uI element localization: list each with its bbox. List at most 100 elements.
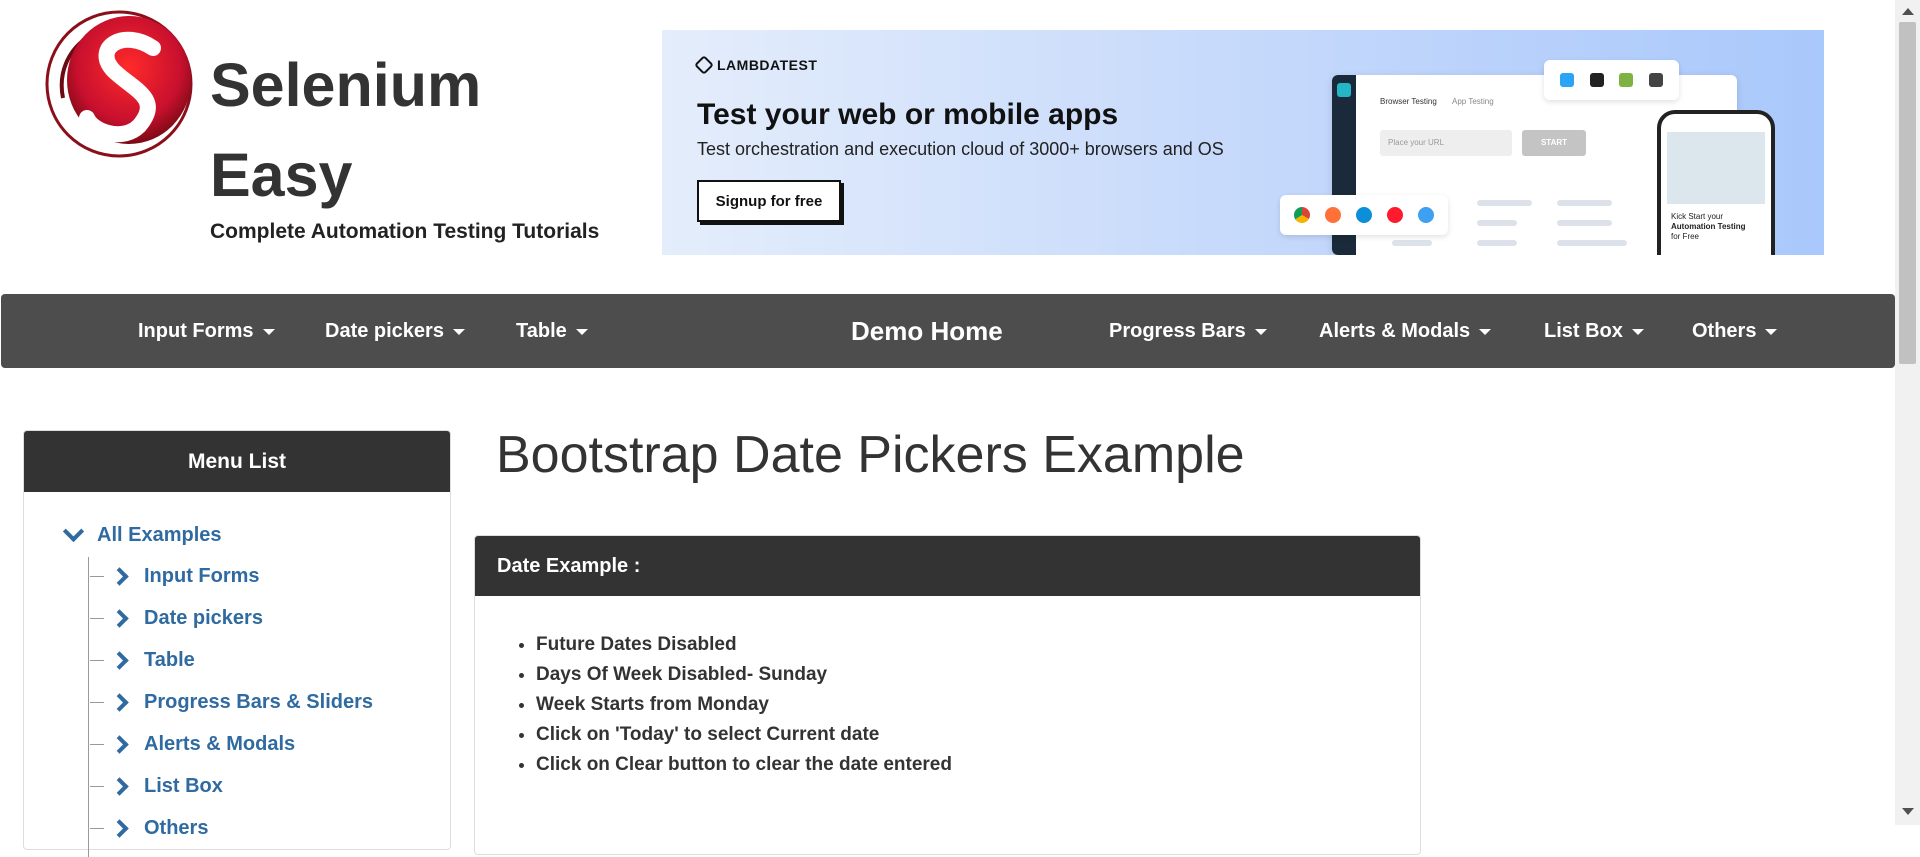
brand-title-line2[interactable]: Easy bbox=[210, 130, 481, 220]
phone-text: Kick Start your Automation Testing for F… bbox=[1671, 212, 1746, 242]
app-icon bbox=[1337, 83, 1351, 97]
tree-item-alerts-modals[interactable]: Alerts & Modals bbox=[90, 733, 295, 756]
nav-list-box[interactable]: List Box bbox=[1544, 294, 1644, 368]
scroll-up-arrow-icon[interactable] bbox=[1902, 8, 1914, 15]
tree-item-input-forms[interactable]: Input Forms bbox=[90, 565, 260, 588]
chevron-right-icon bbox=[110, 651, 129, 670]
tree-dash bbox=[90, 660, 104, 661]
placeholder-line bbox=[1392, 240, 1432, 246]
nav-table[interactable]: Table bbox=[516, 294, 588, 368]
nav-date-pickers[interactable]: Date pickers bbox=[325, 294, 465, 368]
ad-description: Test orchestration and execution cloud o… bbox=[697, 139, 1224, 159]
tree-dash bbox=[90, 744, 104, 745]
list-item: Future Dates Disabled bbox=[536, 630, 952, 660]
tree-dash bbox=[90, 786, 104, 787]
tree-item-date-pickers[interactable]: Date pickers bbox=[90, 607, 263, 630]
firefox-icon bbox=[1324, 207, 1341, 223]
caret-down-icon bbox=[1765, 328, 1778, 335]
page-title: Bootstrap Date Pickers Example bbox=[496, 426, 1245, 484]
placeholder-line bbox=[1477, 220, 1517, 226]
chevron-right-icon bbox=[110, 609, 129, 628]
tree-item-label: Date pickers bbox=[144, 607, 263, 629]
ad-phone-mockup: Kick Start your Automation Testing for F… bbox=[1657, 110, 1775, 255]
date-example-panel: Date Example : Future Dates Disabled Day… bbox=[474, 535, 1421, 855]
list-item: Click on 'Today' to select Current date bbox=[536, 720, 952, 750]
lambdatest-ad-banner[interactable]: LAMBDATEST Test your web or mobile apps … bbox=[662, 30, 1824, 255]
tree-dash bbox=[90, 618, 104, 619]
brand-subtitle: Complete Automation Testing Tutorials bbox=[210, 220, 600, 243]
tree-item-label: Others bbox=[144, 817, 209, 839]
chevron-right-icon bbox=[110, 819, 129, 838]
chevron-right-icon bbox=[110, 777, 129, 796]
nav-label: Alerts & Modals bbox=[1319, 320, 1471, 342]
placeholder-line bbox=[1477, 240, 1517, 246]
caret-down-icon bbox=[1479, 328, 1492, 335]
tree-item-list-box[interactable]: List Box bbox=[90, 775, 223, 798]
linux-icon bbox=[1649, 73, 1664, 87]
tree-root-all-examples[interactable]: All Examples bbox=[62, 520, 222, 547]
ad-tab-app: App Testing bbox=[1452, 97, 1494, 106]
menu-list-sidebar: Menu List All Examples Input Forms Date … bbox=[23, 430, 451, 857]
caret-down-icon bbox=[1254, 328, 1267, 335]
tree-connector-line bbox=[88, 557, 89, 857]
brand-title[interactable]: Selenium Easy bbox=[210, 40, 481, 220]
tree-item-table[interactable]: Table bbox=[90, 649, 195, 672]
nav-progress-bars[interactable]: Progress Bars bbox=[1109, 294, 1267, 368]
caret-down-icon bbox=[452, 328, 465, 335]
nav-alerts-modals[interactable]: Alerts & Modals bbox=[1319, 294, 1492, 368]
scroll-thumb[interactable] bbox=[1899, 22, 1916, 364]
placeholder-line bbox=[1557, 240, 1627, 246]
placeholder-line bbox=[1557, 220, 1612, 226]
nav-label: Others bbox=[1692, 320, 1757, 342]
caret-down-icon bbox=[262, 328, 275, 335]
android-icon bbox=[1619, 73, 1634, 87]
nav-label: Input Forms bbox=[138, 320, 254, 342]
ad-logo-text: LAMBDATEST bbox=[717, 57, 818, 73]
ad-headline: Test your web or mobile apps bbox=[697, 98, 1119, 131]
chevron-down-icon bbox=[62, 520, 85, 543]
menu-list-title: Menu List bbox=[24, 431, 450, 492]
nav-demo-home[interactable]: Demo Home bbox=[851, 294, 1003, 368]
phone-screen-illustration bbox=[1667, 132, 1765, 204]
tree-root-label: All Examples bbox=[97, 524, 222, 546]
tree-item-label: Alerts & Modals bbox=[144, 733, 296, 755]
nav-label: List Box bbox=[1544, 320, 1623, 342]
list-item: Week Starts from Monday bbox=[536, 690, 952, 720]
phone-text-line2: Automation Testing bbox=[1671, 222, 1746, 231]
ad-start-button: START bbox=[1522, 130, 1586, 156]
lambdatest-mark-icon bbox=[694, 55, 714, 75]
safari-icon bbox=[1418, 207, 1435, 223]
ad-os-icons bbox=[1544, 60, 1679, 100]
windows-icon bbox=[1559, 73, 1574, 87]
nav-label: Date pickers bbox=[325, 320, 444, 342]
tree-item-label: List Box bbox=[144, 775, 223, 797]
edge-icon bbox=[1355, 207, 1372, 223]
tree-item-label: Input Forms bbox=[144, 565, 260, 587]
phone-text-line1: Kick Start your bbox=[1671, 212, 1724, 221]
tree-dash bbox=[90, 828, 104, 829]
tree-item-others[interactable]: Others bbox=[90, 817, 208, 840]
nav-label: Table bbox=[516, 320, 567, 342]
chevron-right-icon bbox=[110, 567, 129, 586]
tree-item-label: Table bbox=[144, 649, 195, 671]
ad-url-field: Place your URL bbox=[1380, 130, 1512, 156]
scroll-down-arrow-icon[interactable] bbox=[1902, 808, 1914, 815]
tree-dash bbox=[90, 576, 104, 577]
tree-item-label: Progress Bars & Sliders bbox=[144, 691, 373, 713]
nav-input-forms[interactable]: Input Forms bbox=[138, 294, 275, 368]
caret-down-icon bbox=[1631, 328, 1644, 335]
vertical-scrollbar[interactable] bbox=[1895, 0, 1920, 825]
ad-signup-button[interactable]: Signup for free bbox=[697, 180, 841, 222]
feature-list: Future Dates Disabled Days Of Week Disab… bbox=[516, 630, 952, 780]
list-item: Click on Clear button to clear the date … bbox=[536, 750, 952, 780]
nav-others[interactable]: Others bbox=[1692, 294, 1778, 368]
brand-title-line1[interactable]: Selenium bbox=[210, 40, 481, 130]
tree-dash bbox=[90, 702, 104, 703]
phone-text-line3: for Free bbox=[1671, 232, 1700, 241]
chevron-right-icon bbox=[110, 693, 129, 712]
ad-browser-icons bbox=[1280, 195, 1448, 235]
chevron-right-icon bbox=[110, 735, 129, 754]
lambdatest-logo: LAMBDATEST bbox=[694, 55, 818, 75]
selenium-easy-logo[interactable] bbox=[43, 8, 195, 160]
tree-item-progress-bars-sliders[interactable]: Progress Bars & Sliders bbox=[90, 691, 373, 714]
